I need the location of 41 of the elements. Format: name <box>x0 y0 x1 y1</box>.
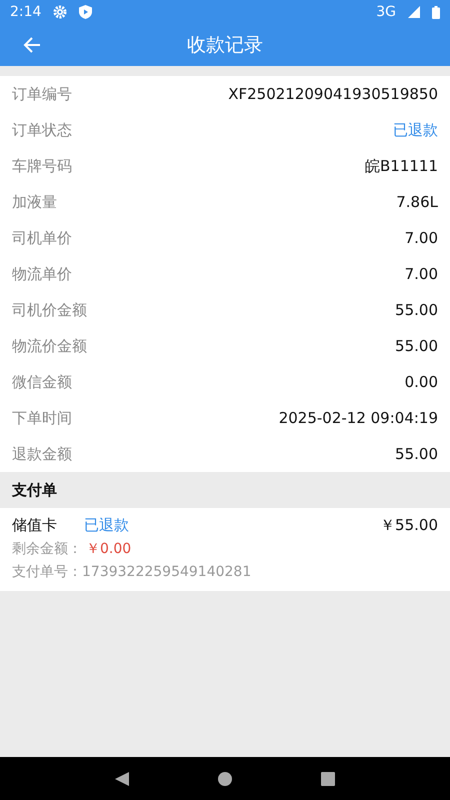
field-value: 7.00 <box>404 229 438 247</box>
page-title: 收款记录 <box>187 34 263 56</box>
field-label: 司机单价 <box>12 228 72 248</box>
recents-icon[interactable] <box>320 770 336 786</box>
field-value: 0.00 <box>404 373 438 391</box>
payment-number: 1739322259549140281 <box>82 564 252 580</box>
field-label: 退款金额 <box>12 444 72 464</box>
field-label: 加液量 <box>12 192 57 212</box>
balance-label: 剩余金额： <box>12 540 82 558</box>
field-value: 皖B11111 <box>364 156 438 176</box>
field-label: 物流单价 <box>12 264 72 284</box>
field-value: 2025-02-12 09:04:19 <box>278 409 438 427</box>
field-label: 订单编号 <box>12 84 72 104</box>
back-arrow-icon[interactable] <box>22 35 42 55</box>
field-value: 55.00 <box>395 337 438 355</box>
battery-icon <box>432 6 440 18</box>
payment-amount: ￥55.00 <box>380 516 438 535</box>
shield-icon <box>79 5 92 19</box>
payment-number-label: 支付单号： <box>12 563 82 581</box>
field-value: 7.00 <box>404 265 438 283</box>
back-icon[interactable] <box>114 770 130 786</box>
payment-method: 储值卡 <box>12 516 58 535</box>
field-value: XF25021209041930519850 <box>228 85 438 103</box>
field-value: 55.00 <box>395 445 438 463</box>
status-value: 已退款 <box>393 120 438 140</box>
field-label: 物流价金额 <box>12 336 87 356</box>
balance-value: ￥0.00 <box>86 540 132 558</box>
field-label: 车牌号码 <box>12 156 72 176</box>
field-label: 司机价金额 <box>12 300 87 320</box>
clock: 2:14 <box>10 4 42 20</box>
settings-icon <box>53 5 68 19</box>
network-type: 3G <box>376 4 396 20</box>
field-label: 订单状态 <box>12 120 72 140</box>
section-title: 支付单 <box>12 480 57 500</box>
home-icon[interactable] <box>216 770 233 786</box>
field-value: 55.00 <box>395 301 438 319</box>
field-label: 微信金额 <box>12 372 72 392</box>
signal-icon <box>408 6 420 18</box>
field-label: 下单时间 <box>12 408 72 428</box>
field-value: 7.86L <box>396 193 438 211</box>
status-value: 已退款 <box>84 516 129 535</box>
